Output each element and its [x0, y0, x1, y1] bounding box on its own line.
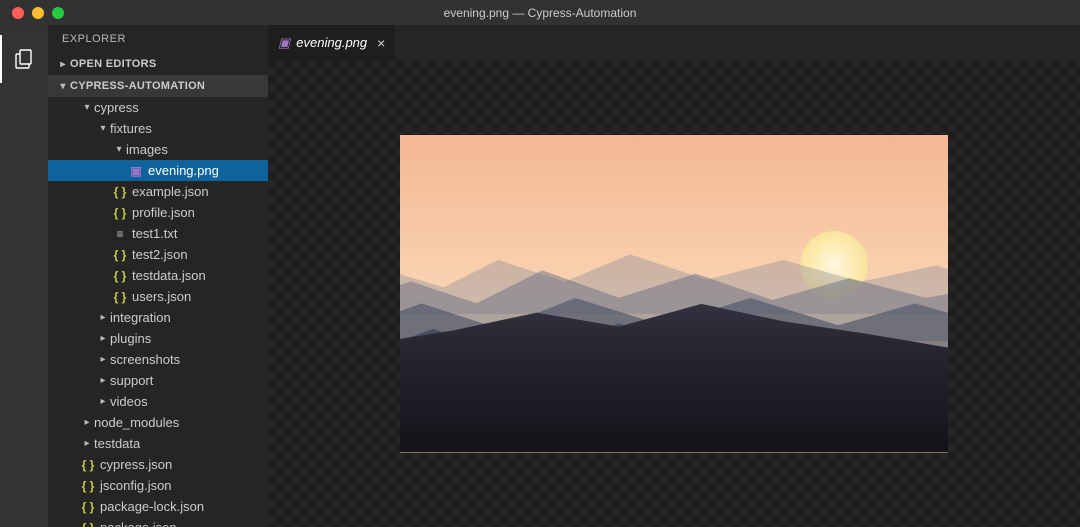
tree-label: jsconfig.json — [100, 478, 172, 493]
chevron-down-icon: ▾ — [112, 144, 126, 155]
tab-evening-png[interactable]: ▣ evening.png × — [268, 25, 396, 60]
window-title: evening.png — Cypress-Automation — [444, 6, 637, 20]
chevron-down-icon: ▾ — [80, 102, 94, 113]
tree-label: integration — [110, 310, 171, 325]
file-test1-txt[interactable]: ≡ test1.txt — [48, 223, 268, 244]
json-file-icon: { } — [112, 290, 128, 304]
tree-label: testdata — [94, 436, 140, 451]
minimize-window-button[interactable] — [32, 7, 44, 19]
tree-label: images — [126, 142, 168, 157]
tree-label: example.json — [132, 184, 209, 199]
tree-label: fixtures — [110, 121, 152, 136]
file-package-lock-json[interactable]: { } package-lock.json — [48, 496, 268, 517]
folder-support[interactable]: ▸ support — [48, 370, 268, 391]
folder-fixtures[interactable]: ▾ fixtures — [48, 118, 268, 139]
titlebar: evening.png — Cypress-Automation — [0, 0, 1080, 25]
image-preview — [400, 135, 948, 453]
json-file-icon: { } — [112, 269, 128, 283]
json-file-icon: { } — [80, 521, 96, 527]
json-file-icon: { } — [112, 206, 128, 220]
folder-screenshots[interactable]: ▸ screenshots — [48, 349, 268, 370]
tree-label: test2.json — [132, 247, 188, 262]
file-example-json[interactable]: { } example.json — [48, 181, 268, 202]
file-users-json[interactable]: { } users.json — [48, 286, 268, 307]
section-label: CYPRESS-AUTOMATION — [70, 80, 205, 92]
json-file-icon: { } — [80, 479, 96, 493]
chevron-right-icon: ▸ — [96, 354, 110, 365]
activity-bar — [0, 25, 48, 527]
file-profile-json[interactable]: { } profile.json — [48, 202, 268, 223]
chevron-right-icon: ▸ — [96, 333, 110, 344]
tree-label: cypress — [94, 100, 139, 115]
folder-plugins[interactable]: ▸ plugins — [48, 328, 268, 349]
sidebar-title: EXPLORER — [48, 25, 268, 53]
folder-integration[interactable]: ▸ integration — [48, 307, 268, 328]
file-cypress-json[interactable]: { } cypress.json — [48, 454, 268, 475]
tree-label: cypress.json — [100, 457, 172, 472]
folder-node-modules[interactable]: ▸ node_modules — [48, 412, 268, 433]
folder-testdata[interactable]: ▸ testdata — [48, 433, 268, 454]
tab-label: evening.png — [296, 35, 367, 50]
tabs-bar: ▣ evening.png × — [268, 25, 1080, 60]
tree-label: test1.txt — [132, 226, 178, 241]
chevron-right-icon: ▸ — [80, 417, 94, 428]
file-jsconfig-json[interactable]: { } jsconfig.json — [48, 475, 268, 496]
section-project[interactable]: ▾ CYPRESS-AUTOMATION — [48, 75, 268, 97]
section-label: OPEN EDITORS — [70, 58, 157, 70]
json-file-icon: { } — [80, 458, 96, 472]
files-icon — [13, 47, 37, 71]
close-tab-icon[interactable]: × — [377, 35, 385, 51]
folder-images[interactable]: ▾ images — [48, 139, 268, 160]
tree-label: package.json — [100, 520, 177, 527]
chevron-right-icon: ▸ — [96, 375, 110, 386]
folder-videos[interactable]: ▸ videos — [48, 391, 268, 412]
image-file-icon: ▣ — [128, 164, 144, 178]
close-window-button[interactable] — [12, 7, 24, 19]
file-testdata-json[interactable]: { } testdata.json — [48, 265, 268, 286]
tree-label: screenshots — [110, 352, 180, 367]
file-evening-png[interactable]: ▣ evening.png — [48, 160, 268, 181]
tree-label: support — [110, 373, 153, 388]
tree-label: profile.json — [132, 205, 195, 220]
chevron-right-icon: ▸ — [80, 438, 94, 449]
json-file-icon: { } — [112, 248, 128, 262]
tree-label: plugins — [110, 331, 151, 346]
image-viewer[interactable] — [268, 60, 1080, 527]
json-file-icon: { } — [112, 185, 128, 199]
tree-label: package-lock.json — [100, 499, 204, 514]
tree-label: testdata.json — [132, 268, 206, 283]
maximize-window-button[interactable] — [52, 7, 64, 19]
chevron-down-icon: ▾ — [56, 81, 70, 92]
image-file-icon: ▣ — [278, 35, 290, 51]
tree-label: videos — [110, 394, 148, 409]
folder-cypress[interactable]: ▾ cypress — [48, 97, 268, 118]
tree-label: users.json — [132, 289, 191, 304]
tree-label: node_modules — [94, 415, 179, 430]
editor-area: ▣ evening.png × — [268, 25, 1080, 527]
json-file-icon: { } — [80, 500, 96, 514]
explorer-sidebar: EXPLORER ▸ OPEN EDITORS ▾ CYPRESS-AUTOMA… — [48, 25, 268, 527]
file-package-json[interactable]: { } package.json — [48, 517, 268, 527]
explorer-activity-icon[interactable] — [0, 35, 48, 83]
tree-label: evening.png — [148, 163, 219, 178]
chevron-right-icon: ▸ — [96, 312, 110, 323]
chevron-right-icon: ▸ — [56, 59, 70, 70]
file-test2-json[interactable]: { } test2.json — [48, 244, 268, 265]
window-controls — [0, 7, 64, 19]
chevron-down-icon: ▾ — [96, 123, 110, 134]
chevron-right-icon: ▸ — [96, 396, 110, 407]
text-file-icon: ≡ — [112, 227, 128, 241]
section-open-editors[interactable]: ▸ OPEN EDITORS — [48, 53, 268, 75]
